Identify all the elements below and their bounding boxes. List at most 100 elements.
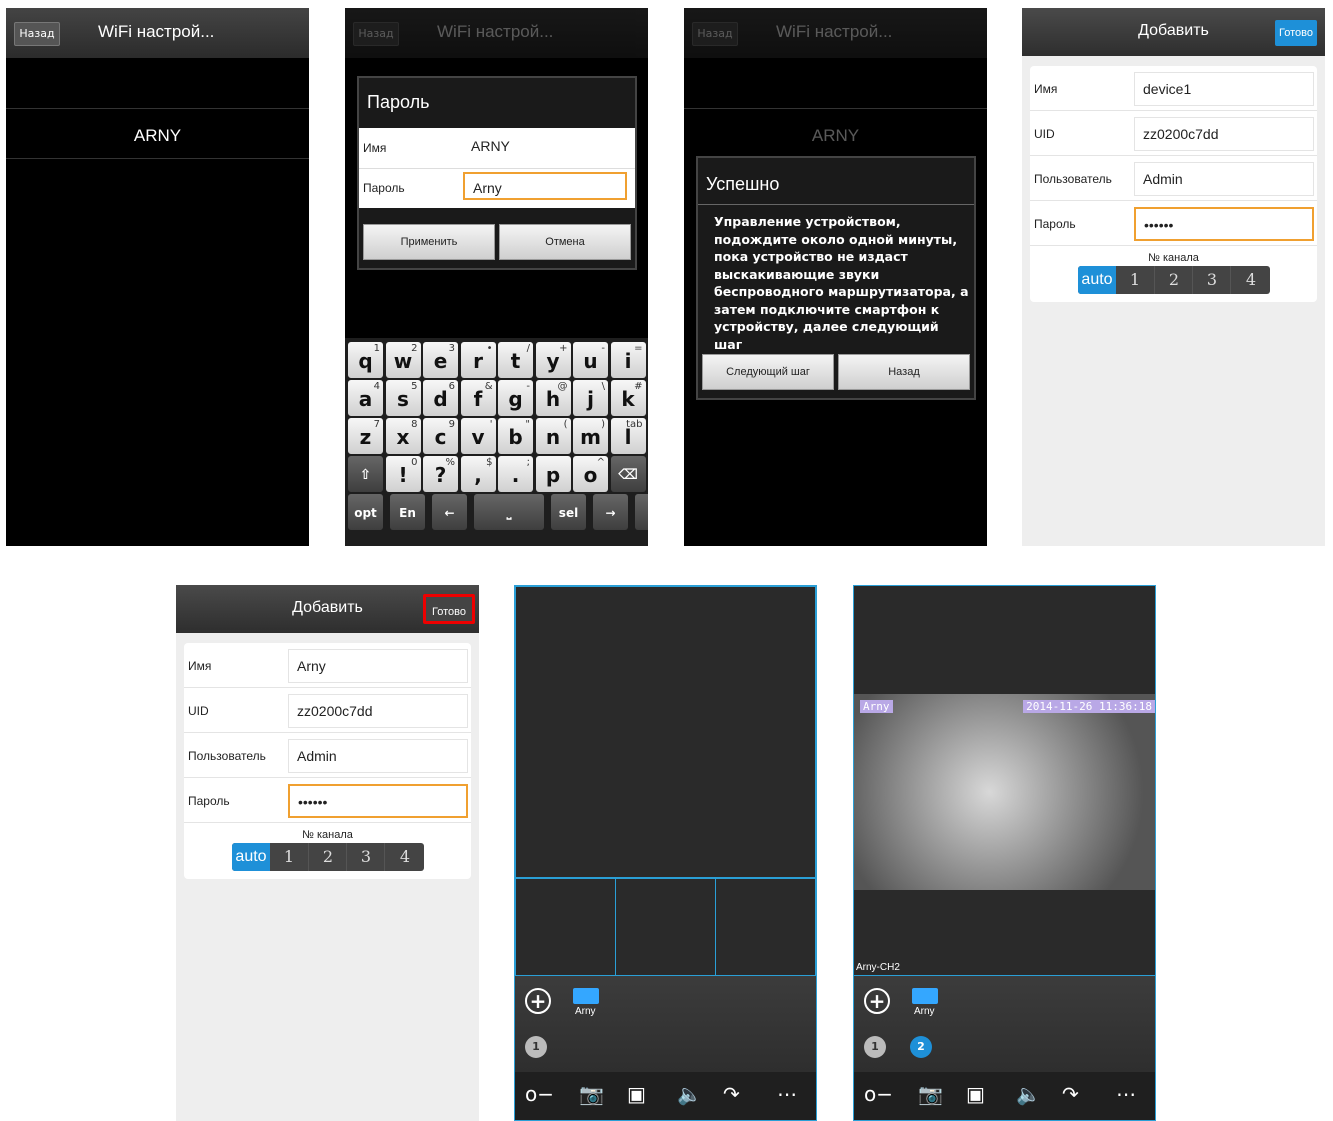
key-row4-4[interactable]: .; xyxy=(498,456,533,492)
user-field[interactable]: Admin xyxy=(288,739,468,773)
video-pane-2[interactable] xyxy=(515,878,616,976)
talk-icon[interactable]: ↷ xyxy=(723,1082,740,1106)
top-bar: Добавить Готово xyxy=(176,585,479,633)
next-step-button[interactable]: Следующий шаг xyxy=(702,354,834,390)
back-button[interactable]: Назад xyxy=(692,22,738,46)
speaker-icon[interactable]: 🔈 xyxy=(1016,1082,1041,1106)
key-row5-6[interactable]: ⏎ xyxy=(635,494,648,530)
device-bar: + Arny 1 2 xyxy=(854,976,1155,1086)
key-row5-4[interactable]: sel xyxy=(551,494,586,530)
user-row: Пользователь Admin xyxy=(1030,156,1317,201)
video-pane-3[interactable] xyxy=(615,878,716,976)
password-field[interactable]: •••••• xyxy=(1134,207,1314,241)
password-row: Пароль Arny xyxy=(359,168,635,208)
apply-button[interactable]: Применить xyxy=(363,224,495,260)
video-pane-4[interactable] xyxy=(715,878,816,976)
uid-field[interactable]: zz0200c7dd xyxy=(288,694,468,728)
channel-auto[interactable]: auto xyxy=(1078,266,1116,294)
top-bar: Назад WiFi настрой... xyxy=(684,8,987,58)
done-button[interactable]: Готово xyxy=(1275,20,1317,46)
password-dialog-screen: Назад WiFi настрой... Пароль Имя ARNY Па… xyxy=(345,8,648,546)
channel-badge-1[interactable]: 1 xyxy=(525,1036,547,1058)
channel-1[interactable]: 1 xyxy=(270,843,308,871)
camera-icon[interactable] xyxy=(573,988,599,1004)
name-field[interactable]: device1 xyxy=(1134,72,1314,106)
key-row5-1[interactable]: En xyxy=(390,494,425,530)
divider xyxy=(6,158,309,159)
key-l[interactable]: l tab xyxy=(610,418,646,454)
password-label: Пароль xyxy=(188,794,230,808)
page-title: WiFi настрой... xyxy=(776,22,893,41)
divider xyxy=(698,204,974,205)
user-field[interactable]: Admin xyxy=(1134,162,1314,196)
channel-4[interactable]: 4 xyxy=(384,843,424,871)
live-view-stream-screen: Arny 2014-11-26 11:36:18 Arny-CH2 + Arny… xyxy=(853,585,1156,1121)
more-icon[interactable]: ⋯ xyxy=(1116,1082,1136,1106)
channel-2[interactable]: 2 xyxy=(1154,266,1193,294)
user-label: Пользователь xyxy=(188,749,266,763)
key-z[interactable]: z7 xyxy=(348,418,383,454)
key-row4-2[interactable]: ?% xyxy=(423,456,458,492)
key-n[interactable]: n( xyxy=(535,418,571,454)
channel-badge-1[interactable]: 1 xyxy=(864,1036,886,1058)
key-icon[interactable]: o− xyxy=(525,1082,554,1106)
more-icon[interactable]: ⋯ xyxy=(777,1082,797,1106)
uid-label: UID xyxy=(188,704,209,718)
key-row4-1[interactable]: ! 0 xyxy=(385,456,421,492)
back-button[interactable]: Назад xyxy=(353,22,399,46)
stream-label: Arny-CH2 xyxy=(856,962,900,973)
channel-label: № канала xyxy=(302,829,353,841)
device-form: Имя device1 UID zz0200c7dd Пользователь … xyxy=(1030,66,1317,302)
channel-4[interactable]: 4 xyxy=(1230,266,1270,294)
key-row5-2[interactable]: ← xyxy=(432,494,467,530)
key-row5-5[interactable]: → xyxy=(593,494,628,530)
key-row4-3[interactable]: , $ xyxy=(460,456,496,492)
talk-icon[interactable]: ↷ xyxy=(1062,1082,1079,1106)
record-icon[interactable]: ▣ xyxy=(966,1082,985,1106)
channel-2[interactable]: 2 xyxy=(308,843,347,871)
name-field[interactable]: ARNY xyxy=(463,132,627,160)
channel-3[interactable]: 3 xyxy=(346,843,385,871)
password-row: Пароль •••••• xyxy=(1030,201,1317,246)
key-row4-0[interactable]: ⇧ xyxy=(348,456,383,492)
cancel-button[interactable]: Отмена xyxy=(499,224,631,260)
back-dialog-button[interactable]: Назад xyxy=(838,354,970,390)
add-device-icon[interactable]: + xyxy=(525,988,551,1014)
video-pane-main[interactable] xyxy=(515,586,816,878)
credentials-table: Имя ARNY Пароль Arny xyxy=(359,128,635,208)
uid-row: UID zz0200c7dd xyxy=(1030,111,1317,156)
key-icon[interactable]: o− xyxy=(864,1082,893,1106)
channel-selector: auto 1 2 3 4 xyxy=(232,843,424,871)
password-field[interactable]: •••••• xyxy=(288,784,468,818)
key-row4-6[interactable]: o ^ xyxy=(573,456,608,492)
password-field[interactable]: Arny xyxy=(463,172,627,200)
device-form: Имя Arny UID zz0200c7dd Пользователь Adm… xyxy=(184,643,471,879)
channel-badge-2[interactable]: 2 xyxy=(910,1036,932,1058)
top-bar: Добавить Готово xyxy=(1022,8,1325,56)
video-stream[interactable]: Arny 2014-11-26 11:36:18 xyxy=(854,694,1155,890)
speaker-icon[interactable]: 🔈 xyxy=(677,1082,702,1106)
uid-field[interactable]: zz0200c7dd xyxy=(1134,117,1314,151)
snapshot-icon[interactable]: 📷 xyxy=(579,1082,604,1106)
channel-1[interactable]: 1 xyxy=(1116,266,1154,294)
back-button[interactable]: Назад xyxy=(14,22,60,46)
add-device-icon[interactable]: + xyxy=(864,988,890,1014)
key-row4-5[interactable]: p xyxy=(535,456,571,492)
live-view-empty-screen: + Arny 1 o− 📷 ▣ 🔈 ↷ ⋯ xyxy=(514,585,817,1121)
key-row5-0[interactable]: opt 123 xyxy=(348,494,383,546)
name-field[interactable]: Arny xyxy=(288,649,468,683)
onscreen-keyboard: q 1 w 2 e 3 r • t / y + u - i = a 4 s 5 d 6 f & g - h @ j \ k # z 7 x 8 c 9 v '… xyxy=(345,338,648,546)
key-row5-3[interactable]: ⎵ xyxy=(474,494,544,530)
camera-icon[interactable] xyxy=(912,988,938,1004)
record-icon[interactable]: ▣ xyxy=(627,1082,646,1106)
password-row: Пароль •••••• xyxy=(184,778,471,823)
channel-auto[interactable]: auto xyxy=(232,843,270,871)
add-device-filled-screen: Добавить Готово Имя Arny UID zz0200c7dd … xyxy=(176,585,479,1121)
name-label: Имя xyxy=(1034,82,1058,96)
key-row4-7[interactable]: ⌫ xyxy=(610,456,646,492)
stream-name-overlay: Arny xyxy=(860,700,893,713)
channel-3[interactable]: 3 xyxy=(1192,266,1231,294)
snapshot-icon[interactable]: 📷 xyxy=(918,1082,943,1106)
done-button[interactable]: Готово xyxy=(423,594,475,624)
wifi-network-item[interactable]: ARNY xyxy=(6,126,309,146)
